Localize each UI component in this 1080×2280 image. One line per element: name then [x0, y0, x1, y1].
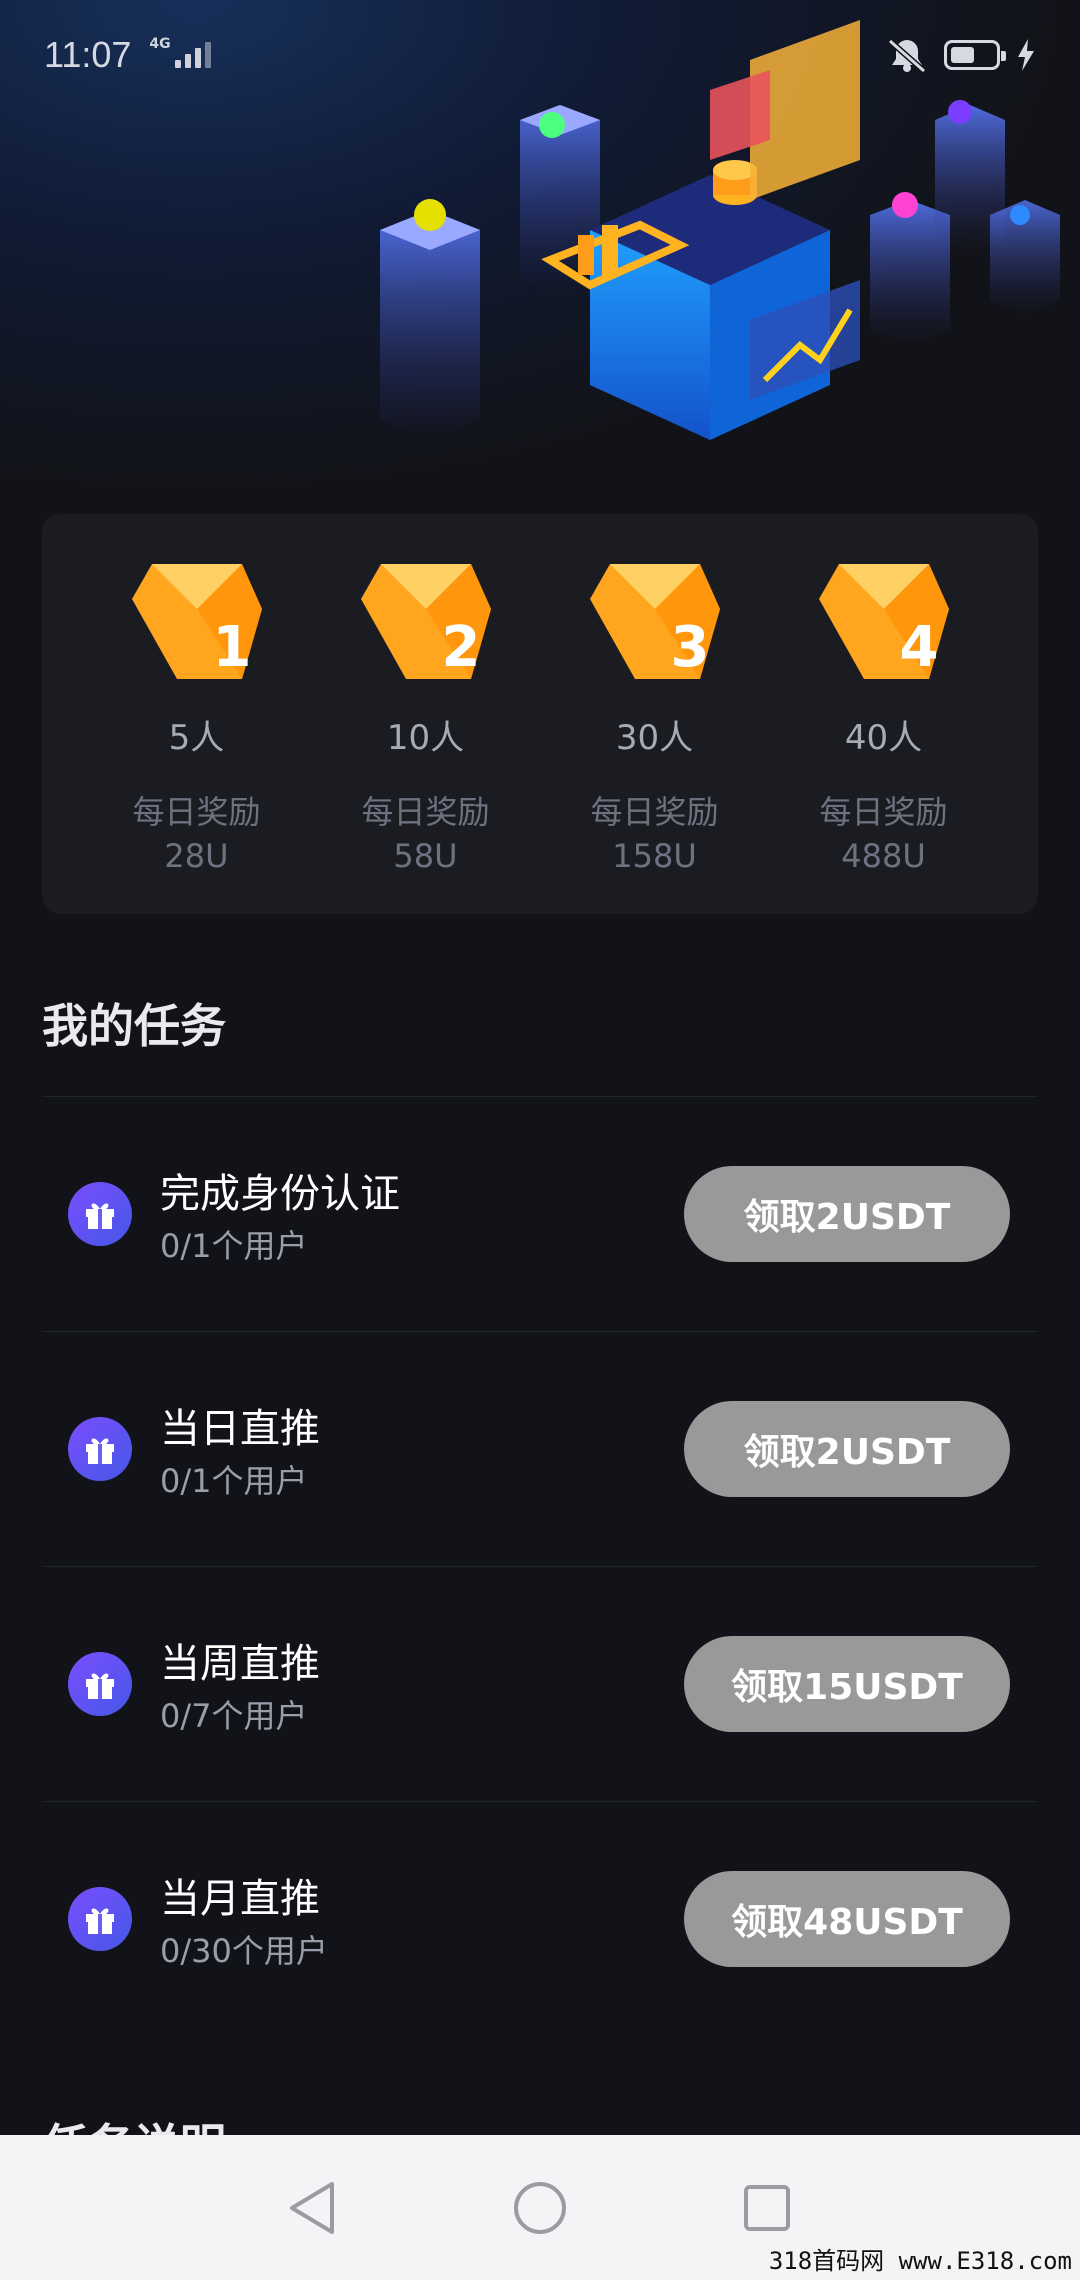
level-people: 5人	[168, 718, 225, 758]
status-bar: 11:07 4G	[0, 0, 1080, 110]
gift-icon	[68, 1652, 132, 1716]
battery-icon	[944, 40, 1006, 70]
task-list: 完成身份认证 0/1个用户 领取2USDT 当日直推 0/1个用户 领取2USD…	[42, 1096, 1038, 2036]
status-time: 11:07	[44, 34, 132, 75]
level-reward-label: 每日奖励	[132, 793, 261, 831]
level-people: 30人	[615, 718, 694, 758]
task-progress: 0/30个用户	[160, 1932, 328, 1970]
level-number: 4	[899, 615, 939, 680]
watermark-text: 318首码网 www.E318.com	[768, 2247, 1072, 2275]
level-rewards-card: 1 5人 每日奖励 28U 2 10人 每日奖励 58U 3 30人 每日奖励 …	[42, 514, 1038, 914]
task-item: 当月直推 0/30个用户 领取48USDT	[42, 1801, 1038, 2036]
level-reward-label: 每日奖励	[590, 793, 719, 831]
task-progress: 0/1个用户	[160, 1462, 308, 1500]
back-button[interactable]	[273, 2168, 353, 2248]
level-reward-value: 28U	[164, 837, 229, 875]
home-circle-icon	[513, 2181, 566, 2234]
gift-icon	[68, 1182, 132, 1246]
claim-reward-button[interactable]: 领取2USDT	[684, 1166, 1010, 1262]
home-button[interactable]	[500, 2168, 580, 2248]
task-progress: 0/7个用户	[160, 1697, 308, 1735]
claim-reward-button[interactable]: 领取48USDT	[684, 1871, 1010, 1967]
cellular-signal-icon: 4G	[149, 36, 211, 68]
level-people: 40人	[844, 718, 923, 758]
level-item-4: 4 40人 每日奖励 488U	[784, 554, 984, 914]
task-title: 完成身份认证	[160, 1171, 400, 1217]
network-type: 4G	[149, 36, 171, 52]
recents-button[interactable]	[727, 2168, 807, 2248]
mute-icon	[888, 38, 926, 73]
task-item: 当日直推 0/1个用户 领取2USDT	[42, 1331, 1038, 1566]
level-number: 2	[441, 615, 481, 680]
claim-reward-button[interactable]: 领取2USDT	[684, 1401, 1010, 1497]
level-number: 3	[670, 615, 710, 680]
level-item-1: 1 5人 每日奖励 28U	[97, 554, 297, 914]
level-number: 1	[212, 615, 252, 680]
level-badge-icon: 3	[589, 554, 720, 684]
task-title: 当日直推	[160, 1406, 320, 1452]
claim-reward-button[interactable]: 领取15USDT	[684, 1636, 1010, 1732]
level-item-2: 2 10人 每日奖励 58U	[326, 554, 526, 914]
level-badge-icon: 1	[131, 554, 262, 684]
task-progress: 0/1个用户	[160, 1227, 308, 1265]
level-reward-label: 每日奖励	[819, 793, 948, 831]
back-triangle-icon	[290, 2181, 335, 2234]
gift-icon	[68, 1417, 132, 1481]
recents-square-icon	[743, 2184, 790, 2231]
task-item: 完成身份认证 0/1个用户 领取2USDT	[42, 1096, 1038, 1331]
task-title: 当周直推	[160, 1641, 320, 1687]
task-item: 当周直推 0/7个用户 领取15USDT	[42, 1566, 1038, 1801]
level-reward-value: 158U	[612, 837, 697, 875]
level-reward-label: 每日奖励	[361, 793, 490, 831]
level-badge-icon: 2	[360, 554, 491, 684]
level-reward-value: 488U	[841, 837, 926, 875]
task-title: 当月直推	[160, 1876, 320, 1922]
level-badge-icon: 4	[818, 554, 949, 684]
level-item-3: 3 30人 每日奖励 158U	[555, 554, 755, 914]
system-navigation-bar: 318首码网 www.E318.com	[0, 2135, 1080, 2280]
level-reward-value: 58U	[393, 837, 458, 875]
tasks-section-title: 我的任务	[42, 999, 226, 1053]
gift-icon	[68, 1887, 132, 1951]
level-people: 10人	[386, 718, 465, 758]
charging-icon	[1018, 39, 1034, 71]
